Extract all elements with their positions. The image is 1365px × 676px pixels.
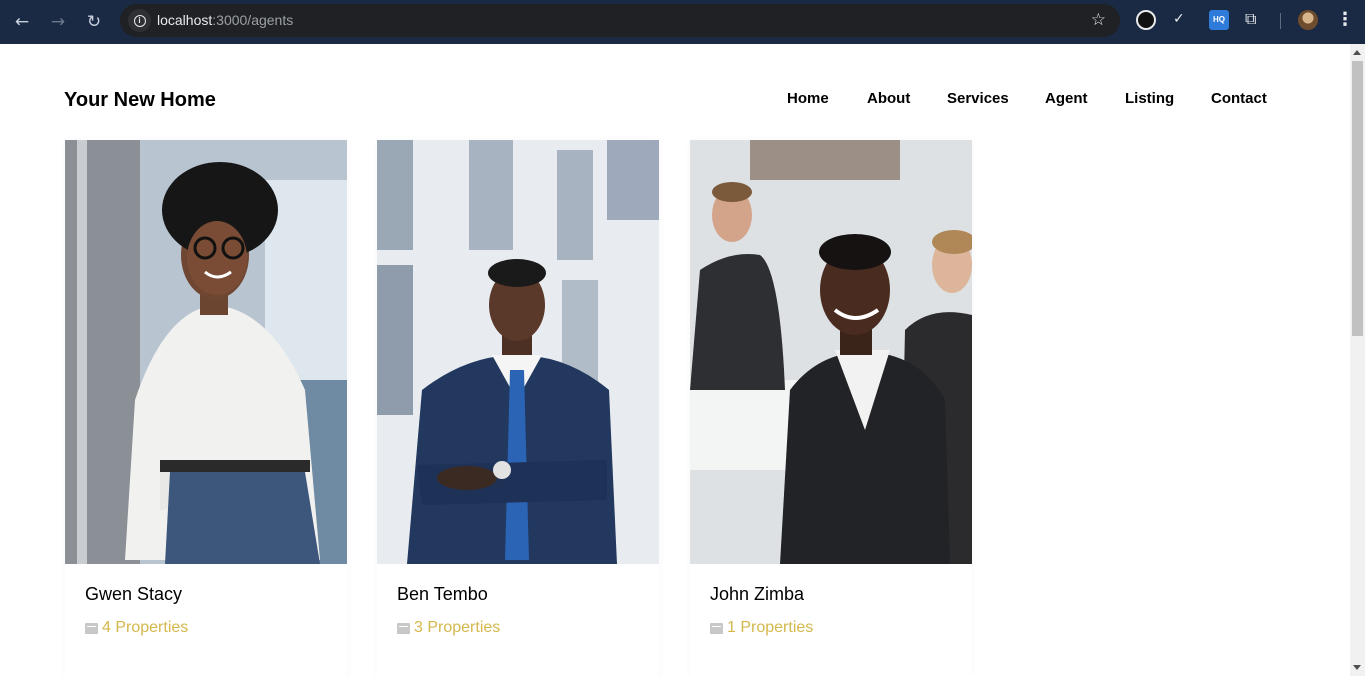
- properties-count: 1 Properties: [727, 619, 814, 636]
- extension-icon[interactable]: [1136, 10, 1156, 30]
- agent-photo[interactable]: [65, 140, 347, 564]
- properties-count: 4 Properties: [102, 619, 189, 636]
- scroll-thumb[interactable]: [1352, 61, 1363, 336]
- extension-hq-icon[interactable]: HQ: [1209, 10, 1229, 30]
- agent-card[interactable]: Gwen Stacy 4 Properties: [65, 140, 347, 676]
- url-text[interactable]: localhost:3000/agents: [157, 12, 293, 28]
- url-path: :3000/agents: [212, 12, 294, 28]
- extension-check-icon[interactable]: ✓: [1173, 11, 1193, 31]
- nav-services[interactable]: Services: [947, 90, 1009, 107]
- back-icon[interactable]: ←: [10, 10, 34, 34]
- site-info-icon[interactable]: i: [128, 9, 151, 32]
- agent-properties[interactable]: 4 Properties: [85, 619, 188, 637]
- agent-photo[interactable]: [690, 140, 972, 564]
- scroll-up-arrow-icon[interactable]: [1353, 50, 1361, 55]
- profile-avatar[interactable]: [1298, 10, 1318, 30]
- nav-home[interactable]: Home: [787, 90, 829, 107]
- property-icon: [85, 622, 98, 634]
- nav-agent[interactable]: Agent: [1045, 90, 1088, 107]
- agent-card[interactable]: John Zimba 1 Properties: [690, 140, 972, 676]
- page-scrollbar[interactable]: [1350, 44, 1365, 676]
- properties-count: 3 Properties: [414, 619, 501, 636]
- agent-properties[interactable]: 3 Properties: [397, 619, 500, 637]
- bookmark-star-icon[interactable]: ☆: [1091, 10, 1106, 30]
- page-viewport: Your New Home Home About Services Agent …: [0, 44, 1350, 676]
- agent-photo[interactable]: [377, 140, 659, 564]
- reload-icon[interactable]: ↻: [82, 10, 106, 34]
- nav-contact[interactable]: Contact: [1211, 90, 1267, 107]
- nav-about[interactable]: About: [867, 90, 910, 107]
- browser-menu-icon[interactable]: ⋮: [1336, 9, 1354, 30]
- property-icon: [710, 622, 723, 634]
- address-bar[interactable]: i localhost:3000/agents ☆: [120, 4, 1120, 37]
- toolbar-divider: [1280, 13, 1281, 29]
- agent-name[interactable]: Ben Tembo: [397, 584, 488, 605]
- property-icon: [397, 622, 410, 634]
- site-logo[interactable]: Your New Home: [64, 89, 216, 112]
- agent-name[interactable]: John Zimba: [710, 584, 804, 605]
- agent-name[interactable]: Gwen Stacy: [85, 584, 182, 605]
- nav-listing[interactable]: Listing: [1125, 90, 1174, 107]
- agent-card[interactable]: Ben Tembo 3 Properties: [377, 140, 659, 676]
- browser-toolbar: ← → ↻ i localhost:3000/agents ☆ ✓ HQ ⧉ ⋮: [0, 0, 1365, 44]
- forward-icon[interactable]: →: [46, 10, 70, 34]
- url-host: localhost: [157, 12, 213, 28]
- scroll-down-arrow-icon[interactable]: [1353, 665, 1361, 670]
- extensions-puzzle-icon[interactable]: ⧉: [1245, 9, 1265, 29]
- agent-properties[interactable]: 1 Properties: [710, 619, 813, 637]
